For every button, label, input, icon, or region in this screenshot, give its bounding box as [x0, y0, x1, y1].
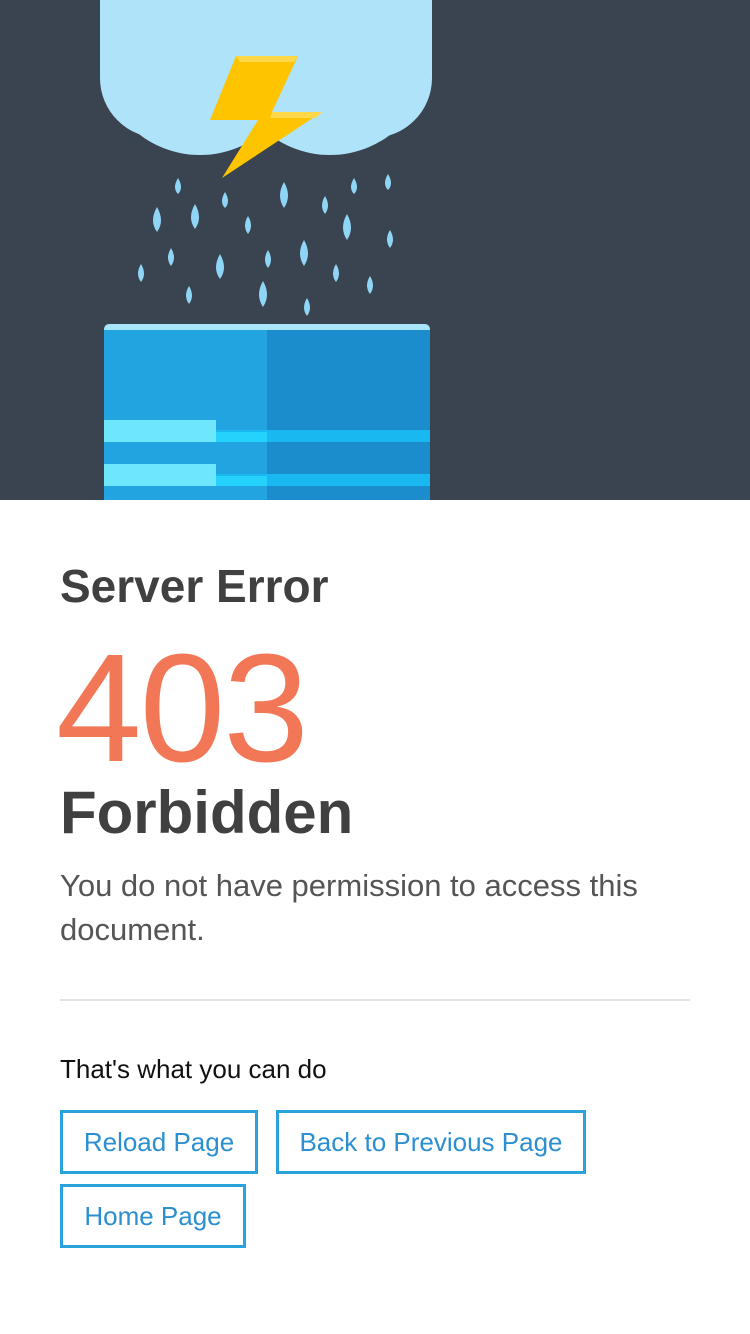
- error-code: 403: [56, 622, 309, 794]
- back-to-previous-page-button[interactable]: Back to Previous Page: [276, 1110, 586, 1174]
- divider: [60, 999, 690, 1001]
- actions-heading: That's what you can do: [60, 1054, 327, 1084]
- server-icon: [104, 324, 430, 500]
- home-page-button[interactable]: Home Page: [60, 1184, 246, 1248]
- error-title: Forbidden: [60, 779, 354, 846]
- server-error-heading: Server Error: [60, 560, 329, 612]
- reload-page-button[interactable]: Reload Page: [60, 1110, 258, 1174]
- raindrops-icon: [138, 174, 393, 316]
- hero-illustration: [0, 0, 750, 500]
- error-message: You do not have permission to access thi…: [60, 868, 638, 947]
